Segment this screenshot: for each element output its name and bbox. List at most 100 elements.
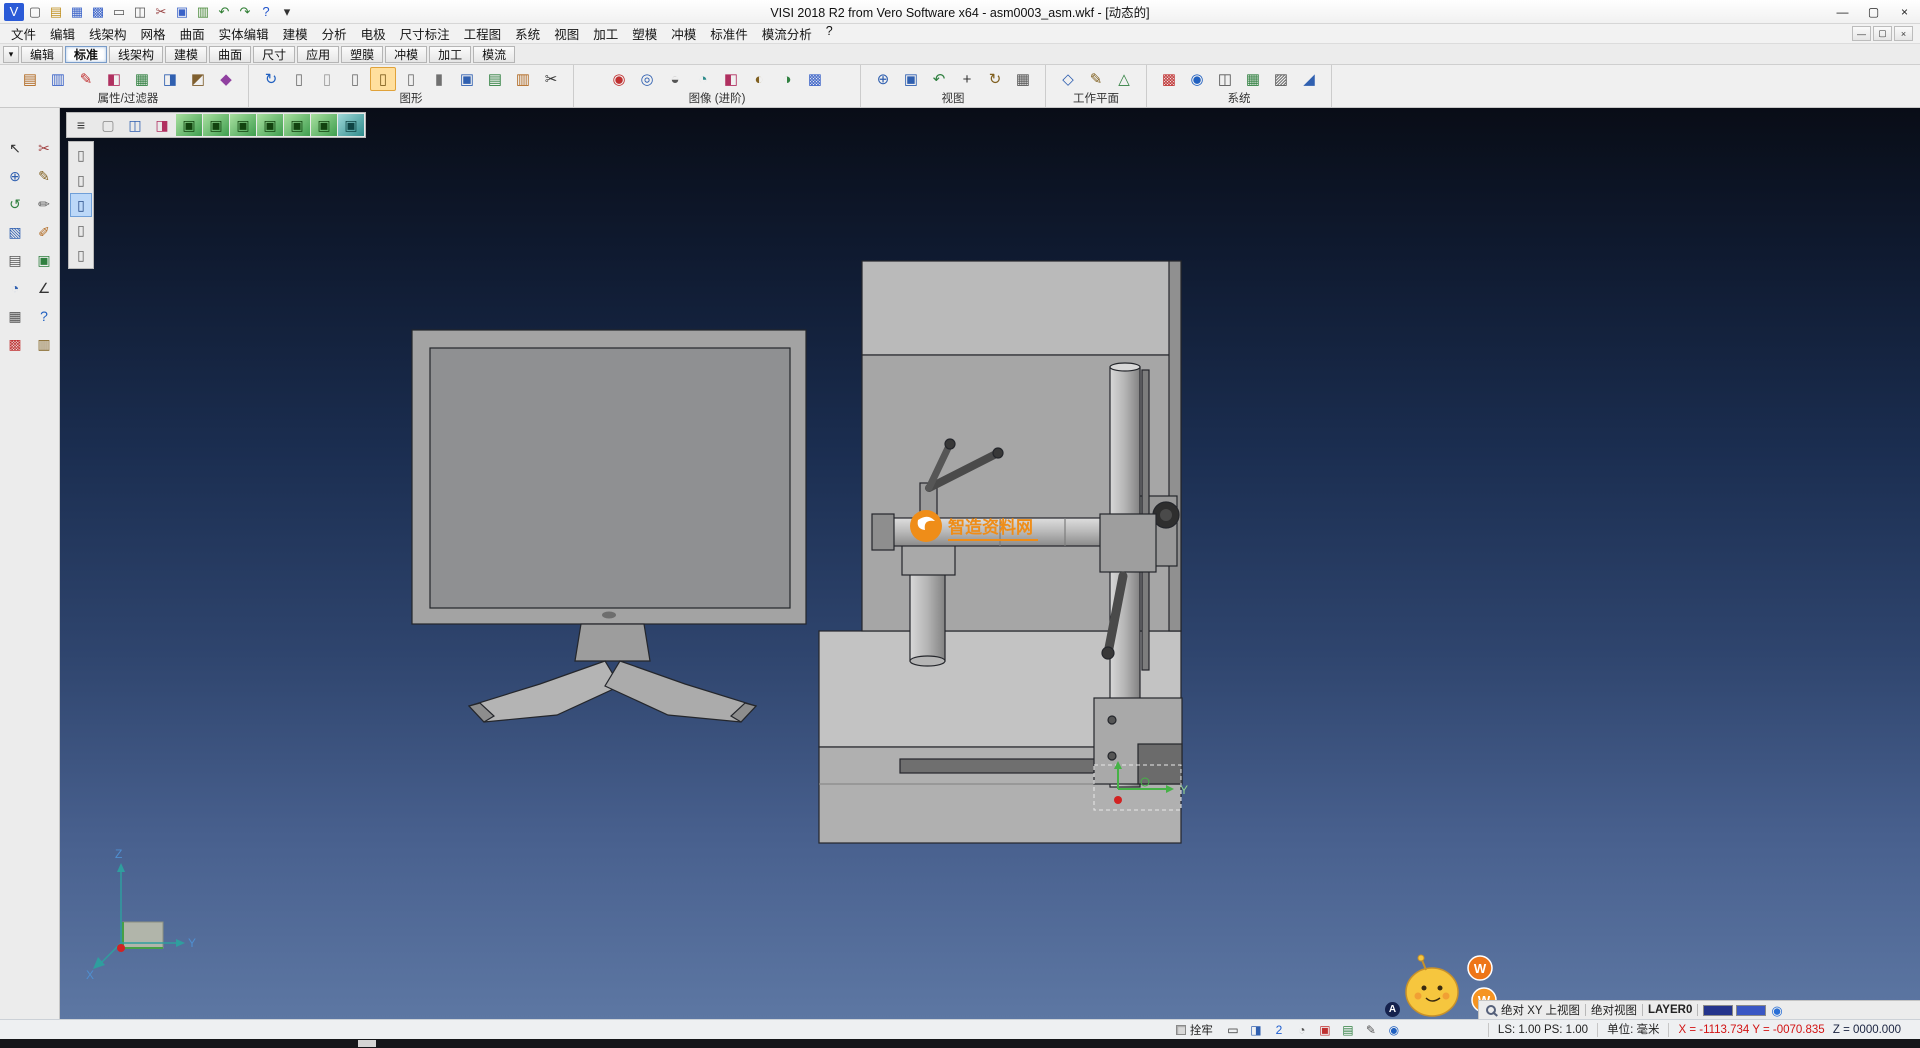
info-icon[interactable]: ? xyxy=(30,302,58,329)
stamp-icon[interactable]: ▣ xyxy=(30,246,58,273)
select-arrow-icon[interactable]: ↖ xyxy=(1,134,29,161)
undo-icon[interactable]: ↶ xyxy=(214,3,234,21)
clock-icon[interactable]: ◔ xyxy=(1292,1022,1312,1038)
save-file-icon[interactable]: ▦ xyxy=(67,3,87,21)
menu-electrode[interactable]: 电极 xyxy=(354,22,393,45)
grid-settings-icon[interactable]: ▦ xyxy=(1240,67,1266,91)
show-elements-icon[interactable]: ▯ xyxy=(286,67,312,91)
render-setup-icon[interactable]: ◐ xyxy=(746,67,772,91)
view-reference-indicator[interactable]: 绝对视图 xyxy=(1591,1002,1637,1018)
menu-flow-analysis[interactable]: 模流分析 xyxy=(755,22,819,45)
selection-mask-icon[interactable]: ◩ xyxy=(185,67,211,91)
toolbar-options-icon[interactable]: ▾ xyxy=(277,3,297,21)
notes-icon[interactable]: ▥ xyxy=(30,330,58,357)
menu-help[interactable]: ? xyxy=(819,22,840,45)
shaded-view-icon[interactable]: ◉ xyxy=(606,67,632,91)
quick-select-icon[interactable]: ◆ xyxy=(213,67,239,91)
close-button[interactable]: × xyxy=(1889,0,1920,23)
blank-selected-icon[interactable]: ▯ xyxy=(342,67,368,91)
rotate-view-icon[interactable]: ↻ xyxy=(982,67,1008,91)
palette-icon[interactable]: ▩ xyxy=(1,330,29,357)
notebook-icon[interactable]: ▤ xyxy=(1338,1022,1358,1038)
maximize-button[interactable]: ▢ xyxy=(1858,0,1889,23)
menu-view[interactable]: 视图 xyxy=(547,22,586,45)
menu-analysis[interactable]: 分析 xyxy=(315,22,354,45)
menu-machining[interactable]: 加工 xyxy=(586,22,625,45)
active-layer-indicator[interactable]: LAYER0 xyxy=(1648,1004,1692,1016)
stereo-view-icon[interactable]: ◑ xyxy=(774,67,800,91)
shaded-image-icon[interactable]: ◨ xyxy=(1246,1022,1266,1038)
menu-molding[interactable]: 塑模 xyxy=(625,22,664,45)
viewport-canvas[interactable]: Y 智造资料网 xyxy=(60,108,1920,1019)
transparent-view-icon[interactable]: ◔ xyxy=(690,67,716,91)
wireframe-view-icon[interactable]: ◎ xyxy=(634,67,660,91)
render-mode-icon[interactable]: ◨ xyxy=(149,114,175,136)
view-manager-icon[interactable]: ▦ xyxy=(1010,67,1036,91)
layer-manager-icon[interactable]: ▤ xyxy=(482,67,508,91)
view-mode-indicator[interactable]: 绝对 XY 上视图 xyxy=(1501,1002,1580,1018)
history-count[interactable]: 2 xyxy=(1269,1022,1289,1038)
solid-box-icon[interactable]: ▧ xyxy=(1,218,29,245)
menu-modeling[interactable]: 建模 xyxy=(276,22,315,45)
texture-view-icon[interactable]: ▩ xyxy=(802,67,828,91)
unblank-toggle-icon[interactable]: ▯ xyxy=(370,67,396,91)
attribute-paint-icon[interactable]: ✎ xyxy=(73,67,99,91)
color-palette-icon[interactable]: ▩ xyxy=(1156,67,1182,91)
annotate-pen-icon[interactable]: ✎ xyxy=(1361,1022,1381,1038)
attribute-edit-icon[interactable]: ▤ xyxy=(17,67,43,91)
menu-stamping[interactable]: 冲模 xyxy=(664,22,703,45)
tab-application[interactable]: 应用 xyxy=(297,46,339,63)
clock-icon[interactable]: ◔ xyxy=(1,274,29,301)
new-file-icon[interactable]: ▢ xyxy=(25,3,45,21)
search-icon[interactable] xyxy=(1486,1005,1496,1015)
filter-layer-icon[interactable]: ▦ xyxy=(129,67,155,91)
save-all-icon[interactable]: ▩ xyxy=(88,3,108,21)
pan-view-icon[interactable]: + xyxy=(954,67,980,91)
zoom-previous-icon[interactable]: ↶ xyxy=(926,67,952,91)
edit-item-icon[interactable]: ✏ xyxy=(30,190,58,217)
help-icon[interactable]: ? xyxy=(256,3,276,21)
image-capture-icon[interactable]: ◫ xyxy=(122,114,148,136)
sketch-icon[interactable]: ✎ xyxy=(30,162,58,189)
tab-standard[interactable]: 标准 xyxy=(65,46,107,63)
tab-plastic[interactable]: 塑膜 xyxy=(341,46,383,63)
grid-snap-icon[interactable]: ▦ xyxy=(1,302,29,329)
element-visibility-icon[interactable]: ▮ xyxy=(426,67,452,91)
filter-slot-3-icon[interactable]: ▯ xyxy=(70,193,92,217)
menu-file[interactable]: 文件 xyxy=(4,22,43,45)
minimize-button[interactable]: — xyxy=(1827,0,1858,23)
sheet-icon[interactable]: ▤ xyxy=(1,246,29,273)
filter-slot-2-icon[interactable]: ▯ xyxy=(70,168,92,192)
view-left-icon[interactable]: ▣ xyxy=(284,114,310,136)
hidden-line-icon[interactable]: ◒ xyxy=(662,67,688,91)
menu-system[interactable]: 系统 xyxy=(508,22,547,45)
material-cube-icon[interactable]: ▣ xyxy=(1315,1022,1335,1038)
view-axon-icon[interactable]: ▣ xyxy=(338,114,364,136)
lock-toggle[interactable]: 拴牢 xyxy=(1176,1022,1213,1038)
tab-machining[interactable]: 加工 xyxy=(429,46,471,63)
doc-close-button[interactable]: × xyxy=(1894,26,1913,41)
trim-display-icon[interactable]: ✂ xyxy=(538,67,564,91)
hide-elements-icon[interactable]: ▯ xyxy=(314,67,340,91)
point-snap-icon[interactable]: ⊕ xyxy=(1,162,29,189)
blank-viewport-icon[interactable]: ▢ xyxy=(95,114,121,136)
dynamic-section-icon[interactable]: ◧ xyxy=(718,67,744,91)
tab-dimension[interactable]: 尺寸 xyxy=(253,46,295,63)
display-box-icon[interactable]: ▣ xyxy=(454,67,480,91)
filter-slot-1-icon[interactable]: ▯ xyxy=(70,143,92,167)
cut-icon[interactable]: ✂ xyxy=(151,3,171,21)
tab-overflow-dropdown[interactable]: ▾ xyxy=(3,46,19,63)
view-back-icon[interactable]: ▣ xyxy=(311,114,337,136)
menu-dimensioning[interactable]: 尺寸标注 xyxy=(393,22,457,45)
print-icon[interactable]: ▭ xyxy=(109,3,129,21)
erase-icon[interactable]: ✂ xyxy=(30,134,58,161)
screen-layout-icon[interactable]: ◫ xyxy=(1212,67,1238,91)
tab-edit[interactable]: 编辑 xyxy=(21,46,63,63)
zoom-all-icon[interactable]: ⊕ xyxy=(870,67,896,91)
perspective-icon[interactable]: ◢ xyxy=(1296,67,1322,91)
tab-surface[interactable]: 曲面 xyxy=(209,46,251,63)
model-viewport[interactable]: Y 智造资料网 xyxy=(60,108,1920,1019)
menu-drafting[interactable]: 工程图 xyxy=(457,22,509,45)
redraw-icon[interactable]: ↻ xyxy=(258,67,284,91)
app-logo-icon[interactable]: V xyxy=(4,3,24,21)
